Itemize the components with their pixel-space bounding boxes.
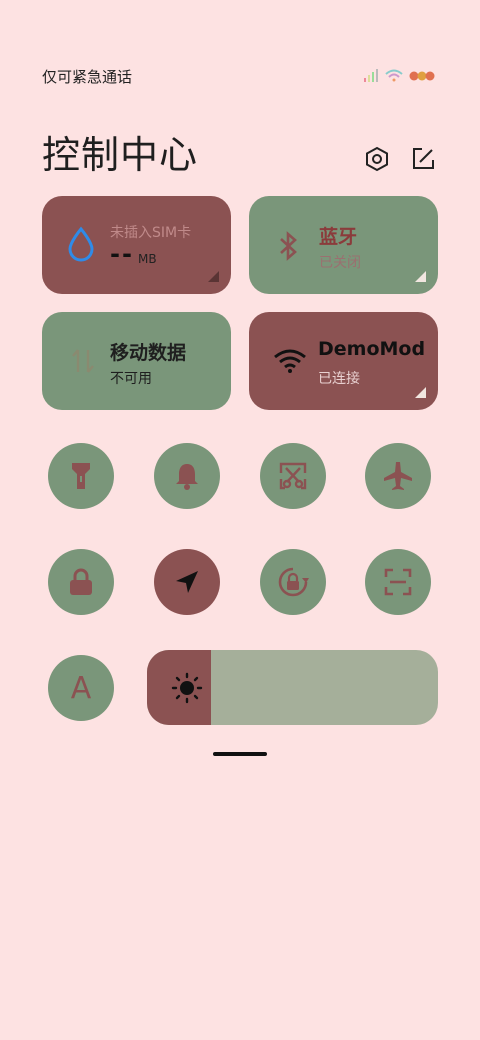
data-usage-unit: MB [138, 252, 157, 266]
screenshot-toggle[interactable] [260, 443, 326, 509]
expand-corner-icon[interactable] [208, 271, 219, 282]
wifi-tile[interactable]: DemoMod 已连接 [249, 312, 438, 410]
flashlight-toggle[interactable] [48, 443, 114, 509]
mobile-data-status: 不可用 [110, 371, 152, 387]
bluetooth-title: 蓝牙 [319, 226, 358, 248]
bluetooth-tile[interactable]: 蓝牙 已关闭 [249, 196, 438, 294]
home-indicator[interactable] [213, 752, 267, 756]
airplane-toggle[interactable] [365, 443, 431, 509]
status-icons [362, 66, 438, 86]
arrows-updown-icon [70, 346, 96, 380]
edit-button[interactable] [408, 144, 438, 174]
wifi-status: 已连接 [318, 371, 360, 387]
wifi-network-name: DemoMod [318, 338, 426, 360]
sun-icon [171, 672, 203, 708]
mute-toggle[interactable] [154, 443, 220, 509]
flashlight-icon [72, 463, 90, 489]
signal-icon [364, 69, 378, 82]
battery-icon [409, 71, 435, 81]
lock-screen-toggle[interactable] [48, 549, 114, 615]
sim-status-label: 未插入SIM卡 [110, 225, 192, 241]
font-size-label: A [70, 670, 92, 706]
settings-icon [366, 146, 388, 172]
scissors-icon [279, 462, 307, 490]
location-arrow-icon [176, 571, 198, 593]
mobile-data-tile[interactable]: 移动数据 不可用 [42, 312, 231, 410]
wifi-icon [385, 69, 403, 82]
bluetooth-status: 已关闭 [319, 255, 361, 271]
status-carrier-text: 仅可紧急通话 [42, 68, 133, 86]
expand-corner-icon[interactable] [415, 387, 426, 398]
water-drop-icon [66, 226, 96, 266]
edit-icon [413, 148, 434, 169]
scan-icon [384, 568, 412, 596]
data-usage-tile[interactable]: 未插入SIM卡 -- MB [42, 196, 231, 294]
font-size-toggle[interactable]: A [48, 655, 114, 721]
settings-button[interactable] [362, 144, 392, 174]
bluetooth-icon [277, 230, 301, 266]
wifi-icon [273, 348, 307, 378]
brightness-slider[interactable] [147, 650, 438, 725]
mobile-data-title: 移动数据 [110, 342, 187, 364]
rotation-lock-toggle[interactable] [260, 549, 326, 615]
bell-icon [176, 464, 198, 490]
expand-corner-icon[interactable] [415, 271, 426, 282]
location-toggle[interactable] [154, 549, 220, 615]
scanner-toggle[interactable] [365, 549, 431, 615]
lock-icon [70, 568, 92, 595]
rotation-lock-icon [278, 567, 309, 597]
airplane-icon [384, 462, 412, 490]
page-title: 控制中心 [42, 133, 199, 177]
data-usage-value: -- [110, 240, 134, 268]
